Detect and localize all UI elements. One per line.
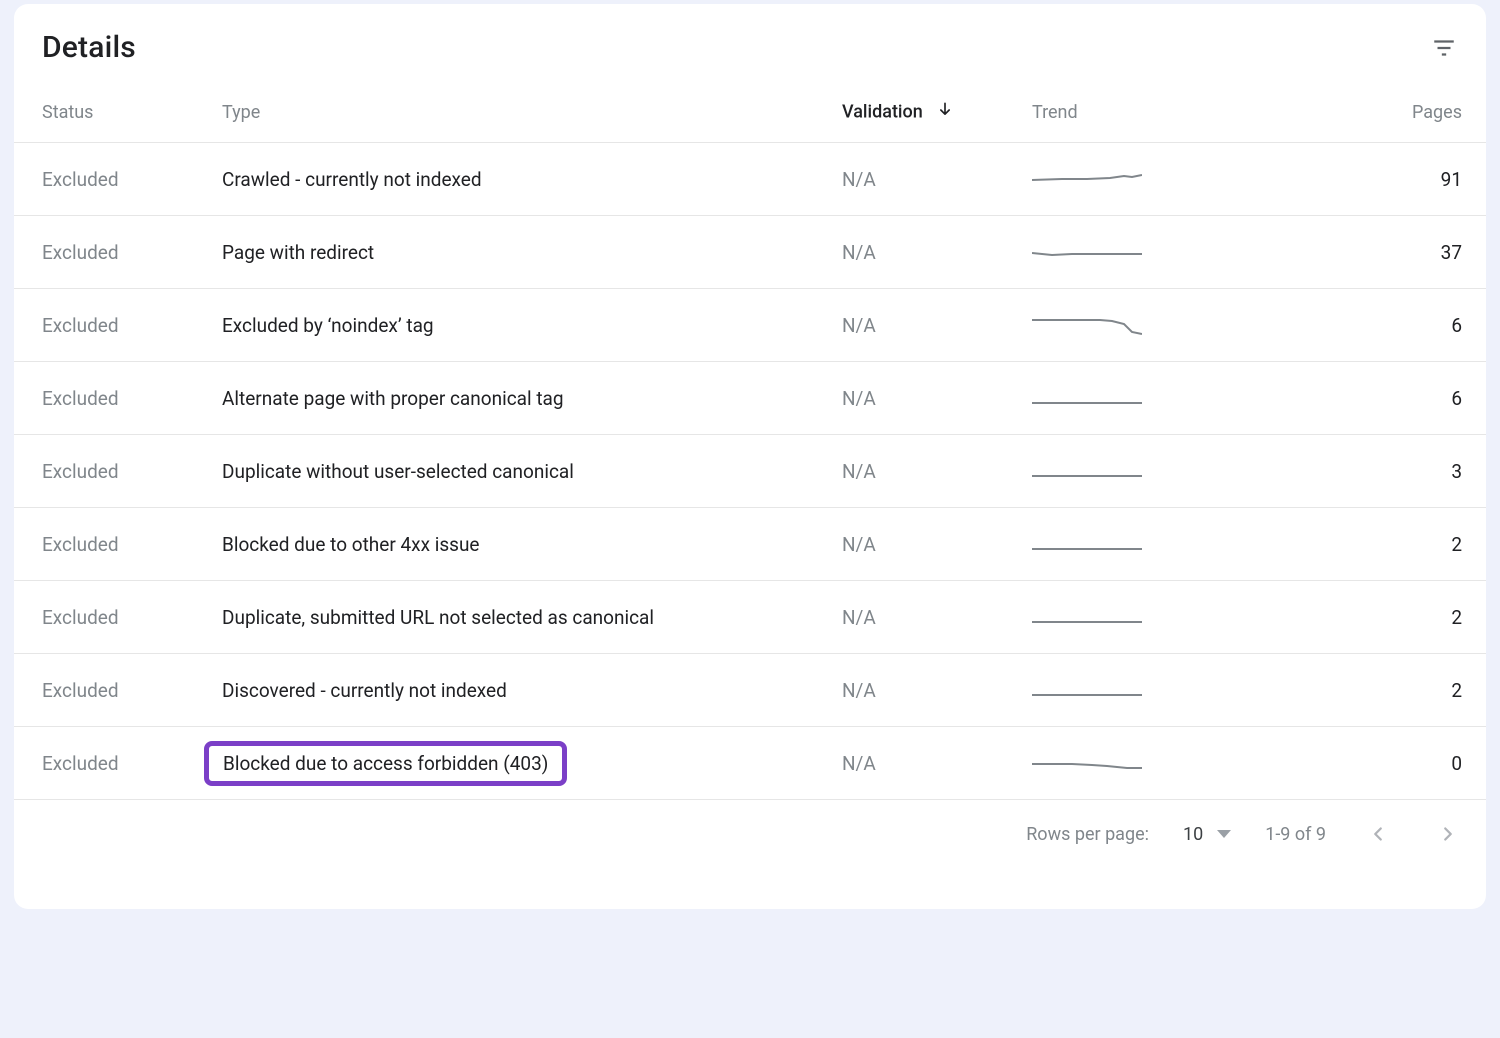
table-row[interactable]: ExcludedDuplicate, submitted URL not sel… [14,581,1486,654]
col-status[interactable]: Status [42,102,222,123]
cell-status: Excluded [42,752,222,775]
page-range: 1-9 of 9 [1265,824,1326,845]
cell-pages: 0 [1267,752,1486,775]
cell-type-label: Blocked due to access forbidden (403) [204,741,567,786]
cell-type-label: Duplicate without user-selected canonica… [222,460,574,483]
sparkline-icon [1032,385,1142,411]
cell-pages: 37 [1267,241,1486,264]
cell-trend [1032,677,1267,703]
table-header: Status Type Validation Trend Pages [14,83,1486,143]
cell-trend [1032,312,1267,338]
sparkline-icon [1032,166,1142,192]
cell-validation: N/A [842,460,1032,483]
cell-type-label: Blocked due to other 4xx issue [222,533,480,556]
cell-status: Excluded [42,314,222,337]
cell-validation: N/A [842,168,1032,191]
cell-validation: N/A [842,533,1032,556]
cell-type-label: Discovered - currently not indexed [222,679,507,702]
cell-trend [1032,239,1267,265]
filter-icon[interactable] [1430,34,1458,62]
cell-type: Excluded by ‘noindex’ tag [222,314,842,337]
table-row[interactable]: ExcludedBlocked due to access forbidden … [14,727,1486,800]
cell-status: Excluded [42,168,222,191]
sparkline-icon [1032,531,1142,557]
sparkline-icon [1032,458,1142,484]
col-type[interactable]: Type [222,102,842,123]
prev-page-button[interactable] [1360,816,1396,852]
cell-type-label: Alternate page with proper canonical tag [222,387,564,410]
cell-trend [1032,458,1267,484]
cell-pages: 3 [1267,460,1486,483]
cell-trend [1032,604,1267,630]
cell-trend [1032,385,1267,411]
cell-validation: N/A [842,679,1032,702]
cell-pages: 2 [1267,606,1486,629]
sparkline-icon [1032,604,1142,630]
cell-type-label: Crawled - currently not indexed [222,168,482,191]
cell-status: Excluded [42,679,222,702]
page-title: Details [42,30,136,65]
rows-per-page-label: Rows per page: [1026,824,1149,845]
cell-status: Excluded [42,241,222,264]
table-row[interactable]: ExcludedDuplicate without user-selected … [14,435,1486,508]
cell-type: Duplicate, submitted URL not selected as… [222,606,842,629]
cell-type: Blocked due to access forbidden (403) [222,741,842,786]
col-trend[interactable]: Trend [1032,102,1267,123]
col-validation-label: Validation [842,101,923,122]
rows-per-page-select[interactable]: 10 [1183,824,1231,845]
table-row[interactable]: ExcludedBlocked due to other 4xx issue N/… [14,508,1486,581]
cell-status: Excluded [42,533,222,556]
cell-type: Page with redirect [222,241,842,264]
sparkline-icon [1032,750,1142,776]
col-pages[interactable]: Pages [1267,102,1486,123]
cell-type: Duplicate without user-selected canonica… [222,460,842,483]
cell-validation: N/A [842,387,1032,410]
table-row[interactable]: ExcludedAlternate page with proper canon… [14,362,1486,435]
cell-validation: N/A [842,314,1032,337]
details-card: Details Status Type Validation Trend Pag… [14,4,1486,909]
cell-type: Alternate page with proper canonical tag [222,387,842,410]
dropdown-icon [1217,830,1231,838]
cell-type-label: Duplicate, submitted URL not selected as… [222,606,654,629]
cell-validation: N/A [842,241,1032,264]
table-row[interactable]: ExcludedDiscovered - currently not index… [14,654,1486,727]
cell-type: Discovered - currently not indexed [222,679,842,702]
cell-status: Excluded [42,606,222,629]
cell-type: Crawled - currently not indexed [222,168,842,191]
cell-pages: 2 [1267,533,1486,556]
cell-trend [1032,166,1267,192]
cell-validation: N/A [842,606,1032,629]
cell-pages: 2 [1267,679,1486,702]
cell-type: Blocked due to other 4xx issue [222,533,842,556]
sparkline-icon [1032,312,1142,338]
cell-status: Excluded [42,460,222,483]
cell-trend [1032,531,1267,557]
cell-pages: 91 [1267,168,1486,191]
cell-pages: 6 [1267,387,1486,410]
details-table: Status Type Validation Trend Pages Exclu… [14,83,1486,800]
cell-type-label: Page with redirect [222,241,374,264]
col-validation[interactable]: Validation [842,100,1032,125]
cell-status: Excluded [42,387,222,410]
next-page-button[interactable] [1430,816,1466,852]
sparkline-icon [1032,239,1142,265]
table-row[interactable]: ExcludedCrawled - currently not indexed N… [14,143,1486,216]
table-pagination: Rows per page: 10 1-9 of 9 [14,800,1486,868]
table-row[interactable]: ExcludedExcluded by ‘noindex’ tag N/A 6 [14,289,1486,362]
arrow-down-icon [935,100,955,125]
sparkline-icon [1032,677,1142,703]
cell-trend [1032,750,1267,776]
cell-validation: N/A [842,752,1032,775]
cell-type-label: Excluded by ‘noindex’ tag [222,314,434,337]
rows-per-page-value: 10 [1183,824,1203,845]
card-header: Details [14,4,1486,83]
cell-pages: 6 [1267,314,1486,337]
table-row[interactable]: ExcludedPage with redirect N/A 37 [14,216,1486,289]
